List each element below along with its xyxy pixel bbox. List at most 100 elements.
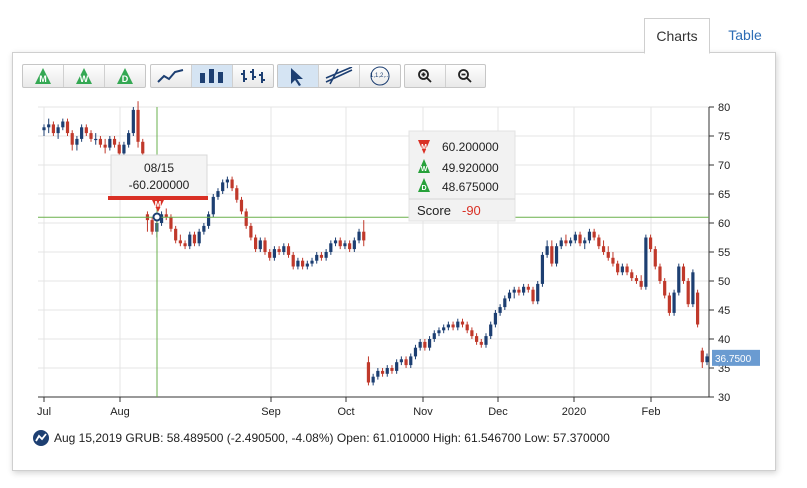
quote-summary: Aug 15,2019 GRUB: 58.489500 (-2.490500, … <box>33 430 610 446</box>
candle-body <box>136 109 140 142</box>
candle-body <box>418 341 422 348</box>
candle <box>131 107 135 136</box>
candle-body <box>413 347 418 357</box>
candle-body <box>653 249 657 267</box>
candle <box>427 336 432 351</box>
candle <box>437 327 441 337</box>
candle-body <box>362 231 366 241</box>
candle-body <box>291 254 295 267</box>
candle <box>98 136 103 148</box>
candle-body <box>258 240 262 250</box>
candle-body <box>395 362 399 371</box>
candle-body <box>94 138 98 141</box>
candle <box>225 176 229 189</box>
candle <box>385 365 389 377</box>
candle <box>677 263 681 296</box>
candle <box>47 118 51 134</box>
candle <box>94 133 98 145</box>
candle-body <box>51 124 56 134</box>
candle <box>56 124 60 139</box>
candle <box>559 237 563 250</box>
candle-body <box>559 240 563 247</box>
candle <box>409 353 413 368</box>
crosshair-value: -60.200000 <box>129 178 190 192</box>
candle <box>136 101 140 148</box>
candle-body <box>446 324 450 328</box>
candle-body <box>338 240 342 247</box>
candle-body <box>427 339 432 348</box>
x-axis: Jul Aug Sep Oct Nov Dec 2020 Feb <box>37 397 660 418</box>
candle-body <box>282 246 286 252</box>
candle <box>75 136 79 151</box>
candle-body <box>329 243 333 252</box>
candle-body <box>357 231 361 241</box>
candle <box>686 278 690 308</box>
candle <box>338 237 342 250</box>
candle-body <box>103 144 107 148</box>
crosshair-date: 08/15 <box>144 161 174 175</box>
candle <box>681 263 686 284</box>
candle-body <box>202 225 206 232</box>
score-row-value: 48.675000 <box>442 180 499 194</box>
y-tick-label: 40 <box>718 334 730 346</box>
candle <box>507 289 512 302</box>
candle <box>616 260 620 276</box>
candle-body <box>272 249 277 258</box>
candle-body <box>352 240 356 250</box>
candle-body <box>286 246 291 255</box>
candle-body <box>432 333 436 339</box>
candle <box>663 278 667 299</box>
candle-body <box>122 144 126 154</box>
candle-body <box>230 179 234 189</box>
candle <box>371 373 375 386</box>
tab-charts[interactable]: Charts <box>644 18 710 54</box>
candle <box>89 130 93 142</box>
candle-body <box>437 330 441 334</box>
candle <box>390 365 394 374</box>
score-row-letter: M <box>421 144 427 151</box>
candle-body <box>564 240 568 244</box>
candlestick-series <box>42 101 709 386</box>
candle-body <box>592 231 596 238</box>
candle <box>460 318 465 328</box>
score-box: M 60.200000 W 49.920000 D 48.675000 Scor… <box>408 130 516 222</box>
signal-marker-label: M <box>155 200 162 209</box>
candle-body <box>691 272 695 305</box>
candle <box>315 252 319 264</box>
candle <box>601 240 606 255</box>
candle <box>376 368 380 380</box>
candle <box>178 234 182 247</box>
crosshair-point <box>152 212 162 222</box>
candle-body <box>301 260 305 267</box>
candle <box>564 234 568 247</box>
candle-body <box>409 356 413 366</box>
candle-body <box>75 138 79 145</box>
candle <box>84 124 88 136</box>
y-tick-label: 30 <box>718 392 730 404</box>
candle <box>672 289 676 316</box>
candle-body <box>343 243 347 247</box>
candle-body <box>648 237 653 250</box>
candle-body <box>639 281 643 287</box>
candle <box>324 249 328 261</box>
candle <box>51 121 56 136</box>
candle-body <box>239 199 244 212</box>
candle <box>592 228 596 241</box>
candle-body <box>503 298 507 308</box>
candle <box>65 118 70 136</box>
candle-body <box>98 138 103 145</box>
candle <box>503 295 507 310</box>
candle-body <box>390 368 394 371</box>
price-chart[interactable]: 3035404550556065707580 Jul Aug Sep Oct Nov De… <box>0 0 807 488</box>
candle <box>145 211 150 232</box>
y-tick-label: 45 <box>718 305 730 317</box>
candle-body <box>131 109 135 134</box>
candle <box>399 356 403 366</box>
candle <box>512 286 516 299</box>
candle <box>423 339 427 351</box>
candle-body <box>385 368 389 374</box>
candle <box>578 231 582 247</box>
candle-body <box>188 234 192 247</box>
candle-body <box>127 133 131 145</box>
candle-body <box>324 252 328 258</box>
